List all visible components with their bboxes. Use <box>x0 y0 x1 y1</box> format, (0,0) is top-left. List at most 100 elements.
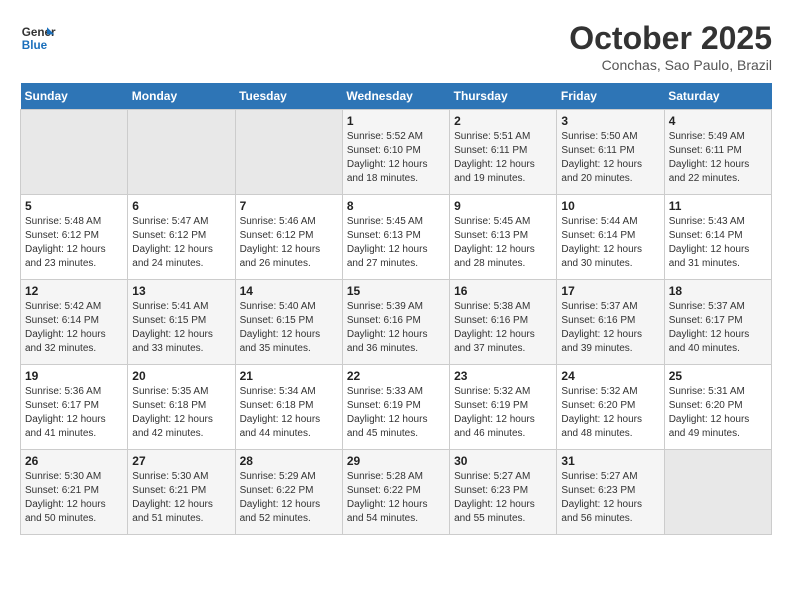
day-number: 17 <box>561 284 659 298</box>
weekday-header-friday: Friday <box>557 83 664 110</box>
calendar-cell: 12 Sunrise: 5:42 AM Sunset: 6:14 PM Dayl… <box>21 280 128 365</box>
day-number: 9 <box>454 199 552 213</box>
day-number: 4 <box>669 114 767 128</box>
day-number: 1 <box>347 114 445 128</box>
day-info: Sunrise: 5:34 AM Sunset: 6:18 PM Dayligh… <box>240 385 338 441</box>
day-info: Sunrise: 5:30 AM Sunset: 6:21 PM Dayligh… <box>25 470 123 526</box>
calendar-week-4: 19 Sunrise: 5:36 AM Sunset: 6:17 PM Dayl… <box>21 365 772 450</box>
day-number: 7 <box>240 199 338 213</box>
day-info: Sunrise: 5:48 AM Sunset: 6:12 PM Dayligh… <box>25 215 123 271</box>
weekday-header-row: SundayMondayTuesdayWednesdayThursdayFrid… <box>21 83 772 110</box>
calendar-cell: 6 Sunrise: 5:47 AM Sunset: 6:12 PM Dayli… <box>128 195 235 280</box>
calendar-cell: 7 Sunrise: 5:46 AM Sunset: 6:12 PM Dayli… <box>235 195 342 280</box>
calendar-cell: 1 Sunrise: 5:52 AM Sunset: 6:10 PM Dayli… <box>342 110 449 195</box>
day-info: Sunrise: 5:30 AM Sunset: 6:21 PM Dayligh… <box>132 470 230 526</box>
day-number: 3 <box>561 114 659 128</box>
day-number: 29 <box>347 454 445 468</box>
day-info: Sunrise: 5:51 AM Sunset: 6:11 PM Dayligh… <box>454 130 552 186</box>
day-number: 31 <box>561 454 659 468</box>
calendar-table: SundayMondayTuesdayWednesdayThursdayFrid… <box>20 83 772 535</box>
calendar-cell: 27 Sunrise: 5:30 AM Sunset: 6:21 PM Dayl… <box>128 450 235 535</box>
calendar-cell: 2 Sunrise: 5:51 AM Sunset: 6:11 PM Dayli… <box>450 110 557 195</box>
calendar-cell: 24 Sunrise: 5:32 AM Sunset: 6:20 PM Dayl… <box>557 365 664 450</box>
day-number: 25 <box>669 369 767 383</box>
day-info: Sunrise: 5:43 AM Sunset: 6:14 PM Dayligh… <box>669 215 767 271</box>
calendar-cell: 3 Sunrise: 5:50 AM Sunset: 6:11 PM Dayli… <box>557 110 664 195</box>
day-number: 19 <box>25 369 123 383</box>
calendar-cell: 26 Sunrise: 5:30 AM Sunset: 6:21 PM Dayl… <box>21 450 128 535</box>
logo: General Blue <box>20 20 56 56</box>
day-info: Sunrise: 5:42 AM Sunset: 6:14 PM Dayligh… <box>25 300 123 356</box>
calendar-cell: 21 Sunrise: 5:34 AM Sunset: 6:18 PM Dayl… <box>235 365 342 450</box>
day-info: Sunrise: 5:33 AM Sunset: 6:19 PM Dayligh… <box>347 385 445 441</box>
calendar-cell: 23 Sunrise: 5:32 AM Sunset: 6:19 PM Dayl… <box>450 365 557 450</box>
day-info: Sunrise: 5:47 AM Sunset: 6:12 PM Dayligh… <box>132 215 230 271</box>
day-info: Sunrise: 5:45 AM Sunset: 6:13 PM Dayligh… <box>454 215 552 271</box>
day-number: 22 <box>347 369 445 383</box>
day-info: Sunrise: 5:36 AM Sunset: 6:17 PM Dayligh… <box>25 385 123 441</box>
day-info: Sunrise: 5:27 AM Sunset: 6:23 PM Dayligh… <box>454 470 552 526</box>
day-number: 8 <box>347 199 445 213</box>
calendar-cell: 18 Sunrise: 5:37 AM Sunset: 6:17 PM Dayl… <box>664 280 771 365</box>
day-number: 18 <box>669 284 767 298</box>
svg-text:Blue: Blue <box>22 39 48 52</box>
day-info: Sunrise: 5:38 AM Sunset: 6:16 PM Dayligh… <box>454 300 552 356</box>
weekday-header-tuesday: Tuesday <box>235 83 342 110</box>
weekday-header-saturday: Saturday <box>664 83 771 110</box>
day-number: 14 <box>240 284 338 298</box>
calendar-cell: 30 Sunrise: 5:27 AM Sunset: 6:23 PM Dayl… <box>450 450 557 535</box>
title-block: October 2025 Conchas, Sao Paulo, Brazil <box>569 20 772 73</box>
day-info: Sunrise: 5:41 AM Sunset: 6:15 PM Dayligh… <box>132 300 230 356</box>
calendar-cell: 10 Sunrise: 5:44 AM Sunset: 6:14 PM Dayl… <box>557 195 664 280</box>
calendar-cell: 20 Sunrise: 5:35 AM Sunset: 6:18 PM Dayl… <box>128 365 235 450</box>
calendar-cell: 29 Sunrise: 5:28 AM Sunset: 6:22 PM Dayl… <box>342 450 449 535</box>
calendar-cell: 9 Sunrise: 5:45 AM Sunset: 6:13 PM Dayli… <box>450 195 557 280</box>
day-number: 12 <box>25 284 123 298</box>
calendar-cell: 16 Sunrise: 5:38 AM Sunset: 6:16 PM Dayl… <box>450 280 557 365</box>
day-number: 21 <box>240 369 338 383</box>
calendar-cell: 14 Sunrise: 5:40 AM Sunset: 6:15 PM Dayl… <box>235 280 342 365</box>
calendar-cell: 19 Sunrise: 5:36 AM Sunset: 6:17 PM Dayl… <box>21 365 128 450</box>
day-info: Sunrise: 5:52 AM Sunset: 6:10 PM Dayligh… <box>347 130 445 186</box>
calendar-cell: 8 Sunrise: 5:45 AM Sunset: 6:13 PM Dayli… <box>342 195 449 280</box>
calendar-cell: 28 Sunrise: 5:29 AM Sunset: 6:22 PM Dayl… <box>235 450 342 535</box>
weekday-header-wednesday: Wednesday <box>342 83 449 110</box>
day-info: Sunrise: 5:29 AM Sunset: 6:22 PM Dayligh… <box>240 470 338 526</box>
calendar-cell: 15 Sunrise: 5:39 AM Sunset: 6:16 PM Dayl… <box>342 280 449 365</box>
day-info: Sunrise: 5:45 AM Sunset: 6:13 PM Dayligh… <box>347 215 445 271</box>
day-info: Sunrise: 5:49 AM Sunset: 6:11 PM Dayligh… <box>669 130 767 186</box>
day-info: Sunrise: 5:31 AM Sunset: 6:20 PM Dayligh… <box>669 385 767 441</box>
calendar-cell: 13 Sunrise: 5:41 AM Sunset: 6:15 PM Dayl… <box>128 280 235 365</box>
month-title: October 2025 <box>569 20 772 57</box>
day-info: Sunrise: 5:44 AM Sunset: 6:14 PM Dayligh… <box>561 215 659 271</box>
day-info: Sunrise: 5:35 AM Sunset: 6:18 PM Dayligh… <box>132 385 230 441</box>
day-number: 2 <box>454 114 552 128</box>
day-number: 13 <box>132 284 230 298</box>
calendar-cell: 31 Sunrise: 5:27 AM Sunset: 6:23 PM Dayl… <box>557 450 664 535</box>
calendar-week-3: 12 Sunrise: 5:42 AM Sunset: 6:14 PM Dayl… <box>21 280 772 365</box>
day-number: 24 <box>561 369 659 383</box>
day-info: Sunrise: 5:37 AM Sunset: 6:16 PM Dayligh… <box>561 300 659 356</box>
calendar-week-2: 5 Sunrise: 5:48 AM Sunset: 6:12 PM Dayli… <box>21 195 772 280</box>
day-number: 10 <box>561 199 659 213</box>
day-info: Sunrise: 5:32 AM Sunset: 6:20 PM Dayligh… <box>561 385 659 441</box>
calendar-cell: 5 Sunrise: 5:48 AM Sunset: 6:12 PM Dayli… <box>21 195 128 280</box>
logo-icon: General Blue <box>20 20 56 56</box>
day-number: 23 <box>454 369 552 383</box>
day-number: 30 <box>454 454 552 468</box>
calendar-cell: 17 Sunrise: 5:37 AM Sunset: 6:16 PM Dayl… <box>557 280 664 365</box>
calendar-cell: 4 Sunrise: 5:49 AM Sunset: 6:11 PM Dayli… <box>664 110 771 195</box>
day-number: 15 <box>347 284 445 298</box>
calendar-cell <box>21 110 128 195</box>
day-info: Sunrise: 5:27 AM Sunset: 6:23 PM Dayligh… <box>561 470 659 526</box>
calendar-cell: 22 Sunrise: 5:33 AM Sunset: 6:19 PM Dayl… <box>342 365 449 450</box>
weekday-header-monday: Monday <box>128 83 235 110</box>
page-header: General Blue October 2025 Conchas, Sao P… <box>20 20 772 73</box>
day-number: 6 <box>132 199 230 213</box>
day-number: 28 <box>240 454 338 468</box>
day-number: 20 <box>132 369 230 383</box>
calendar-cell: 25 Sunrise: 5:31 AM Sunset: 6:20 PM Dayl… <box>664 365 771 450</box>
day-info: Sunrise: 5:46 AM Sunset: 6:12 PM Dayligh… <box>240 215 338 271</box>
calendar-cell <box>664 450 771 535</box>
calendar-cell <box>235 110 342 195</box>
